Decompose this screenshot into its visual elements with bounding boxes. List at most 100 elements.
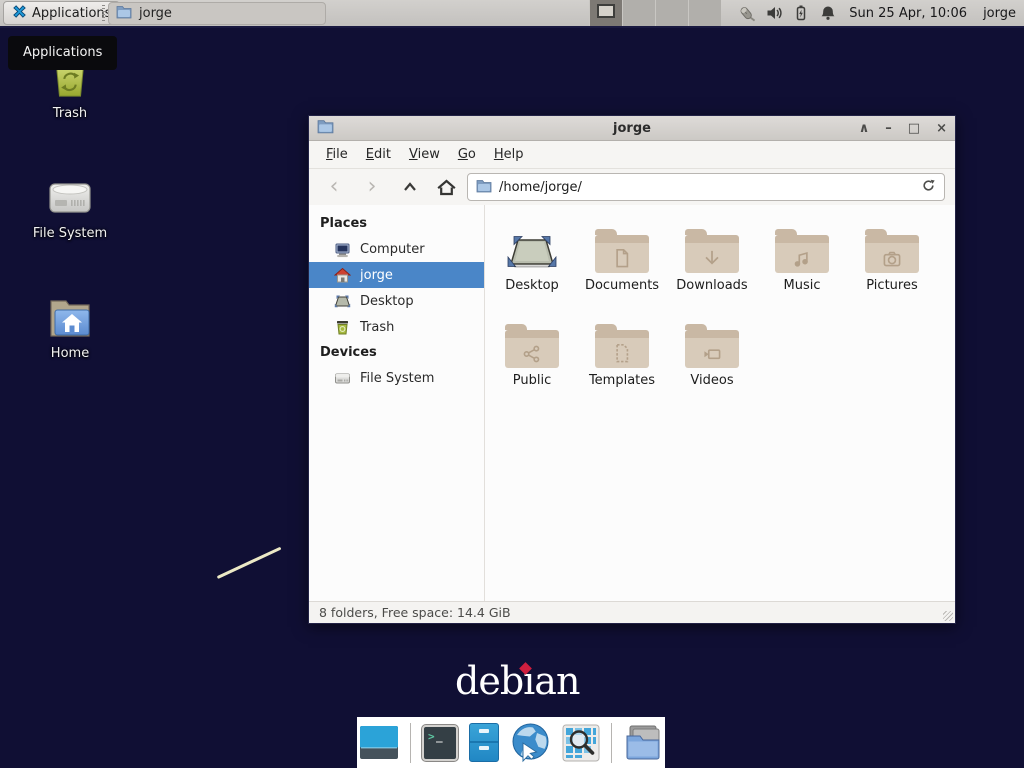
- location-bar[interactable]: /home/jorge/: [467, 173, 945, 201]
- computer-icon: [334, 241, 351, 258]
- public-folder-icon: [487, 320, 577, 368]
- menu-bar: File Edit View Go Help: [309, 141, 955, 169]
- file-label: Templates: [577, 373, 667, 388]
- tasklist-handle: [102, 5, 105, 21]
- home-button[interactable]: [431, 173, 461, 201]
- file-item-pictures[interactable]: Pictures: [847, 225, 937, 293]
- menu-edit[interactable]: Edit: [357, 143, 400, 166]
- workspace-1[interactable]: [589, 0, 622, 26]
- sidebar-item-jorge[interactable]: jorge: [309, 262, 484, 288]
- workspace-4[interactable]: [688, 0, 721, 26]
- file-cabinet-launcher-icon[interactable]: [469, 723, 499, 762]
- window-content: Places Computer jorge Desktop Trash: [309, 205, 955, 601]
- mouse-icon[interactable]: [737, 4, 756, 23]
- file-item-documents[interactable]: Documents: [577, 225, 667, 293]
- sidebar-item-computer[interactable]: Computer: [309, 236, 484, 262]
- menu-help[interactable]: Help: [485, 143, 533, 166]
- status-bar: 8 folders, Free space: 14.4 GiB: [309, 601, 955, 623]
- drive-icon: [334, 370, 351, 387]
- file-item-templates[interactable]: Templates: [577, 320, 667, 388]
- desktop-icon-label: Home: [10, 346, 130, 361]
- reload-icon[interactable]: [921, 178, 936, 197]
- notifications-bell-icon[interactable]: [819, 4, 837, 22]
- tool-bar: ‹ › /home/jorge/: [309, 169, 955, 207]
- desktop-icon-filesystem[interactable]: File System: [10, 172, 130, 241]
- battery-icon[interactable]: [792, 4, 810, 22]
- xfce-logo-icon: [12, 4, 27, 23]
- applications-menu-label: Applications: [32, 6, 111, 21]
- side-pane: Places Computer jorge Desktop Trash: [309, 205, 485, 601]
- resize-grip[interactable]: [943, 611, 953, 621]
- taskbar-window-button[interactable]: jorge: [108, 2, 326, 25]
- desktop-icon-label: Trash: [10, 106, 130, 121]
- file-manager-launcher-icon[interactable]: [623, 724, 663, 761]
- downloads-folder-icon: [667, 225, 757, 273]
- sidebar-item-label: File System: [360, 371, 434, 386]
- file-item-desktop[interactable]: Desktop: [487, 225, 577, 293]
- volume-icon[interactable]: [765, 4, 783, 22]
- file-item-videos[interactable]: Videos: [667, 320, 757, 388]
- file-view[interactable]: Desktop Documents Downloads: [485, 205, 955, 601]
- workspace-2[interactable]: [622, 0, 655, 26]
- file-item-downloads[interactable]: Downloads: [667, 225, 757, 293]
- path-input[interactable]: /home/jorge/: [499, 180, 914, 195]
- places-header: Places: [309, 211, 484, 236]
- file-manager-window: jorge ∧ – □ × File Edit View Go Help ‹ ›…: [308, 115, 956, 624]
- logo-part: an: [534, 659, 579, 703]
- file-item-public[interactable]: Public: [487, 320, 577, 388]
- taskbar-window-label: jorge: [139, 6, 172, 21]
- workspace-3[interactable]: [655, 0, 688, 26]
- desktop-icon-home[interactable]: Home: [10, 292, 130, 361]
- web-browser-launcher-icon[interactable]: [510, 722, 551, 763]
- terminal-cursor-glyph: _: [436, 730, 443, 743]
- menu-view[interactable]: View: [400, 143, 449, 166]
- file-label: Public: [487, 373, 577, 388]
- logo-part: deb: [455, 659, 523, 703]
- file-item-music[interactable]: Music: [757, 225, 847, 293]
- system-tray: [737, 4, 837, 23]
- harddrive-icon: [10, 172, 130, 220]
- top-panel: Applications jorge Sun 25 Apr, 10:06 jor…: [0, 0, 1024, 28]
- terminal-prompt-glyph: >: [428, 730, 435, 743]
- videos-folder-icon: [667, 320, 757, 368]
- show-desktop-icon[interactable]: [359, 724, 399, 761]
- back-button[interactable]: ‹: [319, 173, 349, 201]
- minimize-button[interactable]: –: [885, 116, 892, 141]
- forward-button[interactable]: ›: [357, 173, 387, 201]
- file-label: Pictures: [847, 278, 937, 293]
- workspace-window-thumb: [597, 4, 615, 18]
- pictures-folder-icon: [847, 225, 937, 273]
- sidebar-item-file-system[interactable]: File System: [309, 365, 484, 391]
- up-button[interactable]: [395, 173, 425, 201]
- panel-clock[interactable]: Sun 25 Apr, 10:06: [849, 6, 967, 21]
- file-label: Music: [757, 278, 847, 293]
- menu-file[interactable]: File: [317, 143, 357, 166]
- desktop-icon: [334, 293, 351, 310]
- panel-user-menu[interactable]: jorge: [983, 6, 1016, 21]
- panel-right-cluster: Sun 25 Apr, 10:06 jorge: [589, 0, 1024, 26]
- sidebar-item-label: Trash: [360, 320, 394, 335]
- sidebar-item-trash[interactable]: Trash: [309, 314, 484, 340]
- file-label: Documents: [577, 278, 667, 293]
- templates-folder-icon: [577, 320, 667, 368]
- devices-header: Devices: [309, 340, 484, 365]
- dock-separator: [611, 723, 612, 763]
- desktop-icon-label: File System: [10, 226, 130, 241]
- folder-icon: [116, 5, 132, 23]
- sidebar-item-label: Computer: [360, 242, 425, 257]
- file-label: Downloads: [667, 278, 757, 293]
- debian-logo: debıan: [455, 659, 579, 703]
- maximize-button[interactable]: □: [908, 116, 920, 141]
- status-text: 8 folders, Free space: 14.4 GiB: [319, 605, 511, 620]
- close-button[interactable]: ×: [936, 116, 947, 141]
- shade-button[interactable]: ∧: [859, 116, 870, 141]
- dock-separator: [410, 723, 411, 763]
- app-finder-launcher-icon[interactable]: [562, 724, 600, 762]
- terminal-launcher-icon[interactable]: >_: [422, 725, 458, 761]
- window-titlebar[interactable]: jorge ∧ – □ ×: [309, 116, 955, 141]
- menu-go[interactable]: Go: [449, 143, 485, 166]
- path-folder-icon: [476, 178, 492, 197]
- file-label: Videos: [667, 373, 757, 388]
- sidebar-item-desktop[interactable]: Desktop: [309, 288, 484, 314]
- desktop-surface-icon: [487, 225, 577, 273]
